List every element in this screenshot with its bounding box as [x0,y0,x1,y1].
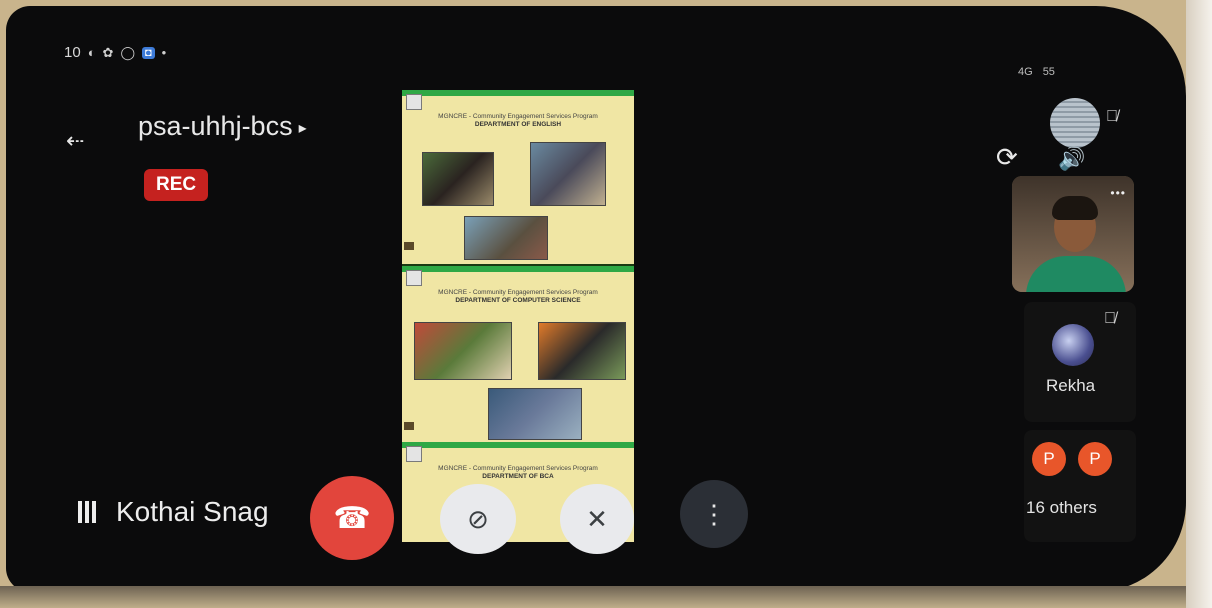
app-icon: ◘ [142,46,155,59]
presenter-label: Kothai Snag [78,496,269,528]
camera-off-icon: ⊘ [467,503,489,534]
screen-record-icon: ◐ [87,45,96,60]
slide-heading: MGNCRE - Community Engagement Services P… [438,289,598,296]
meeting-code-button[interactable]: psa-uhhj-bcs ▸ [138,111,307,142]
end-call-button[interactable]: ☎ [310,476,394,560]
battery-indicator: 55 [1042,66,1055,78]
mic-off-icon: ✕ [586,503,608,534]
avatar: P [1032,442,1066,476]
phone-bezel [1186,0,1212,608]
chevron-right-icon: ▸ [298,119,307,137]
settings-icon: ✿ [102,44,114,60]
slide-department: DEPARTMENT OF COMPUTER SCIENCE [455,297,581,305]
slide-department: DEPARTMENT OF BCA [482,473,554,481]
slide-photo [422,152,494,206]
mic-muted-icon: 🎙̸ [1106,108,1118,125]
speaker-icon[interactable]: 🔊 [1058,146,1085,172]
phone-hangup-icon: ☎ [333,501,371,535]
slide-footer-icon [404,242,414,250]
slide-english: MGNCRE - Community Engagement Services P… [402,90,634,264]
back-arrow-icon[interactable]: ⇠ [66,128,84,154]
slide-photo [488,388,582,440]
logo-icon [406,446,422,462]
whatsapp-icon: ◯ [120,44,136,60]
mic-toggle-button[interactable]: ✕ [560,484,634,554]
participant-avatar[interactable] [1050,98,1100,148]
avatar [1052,324,1094,366]
switch-camera-icon[interactable]: ⟳ [996,142,1018,173]
network-indicator: 4G [1018,66,1033,78]
avatar: P [1078,442,1112,476]
slide-photo [414,322,512,380]
status-bar: 10 ◐ ✿ ◯ ◘ • [64,44,166,61]
speaking-indicator-icon [78,501,96,523]
slide-photo [538,322,626,380]
system-indicators: 4G 55 [1018,66,1055,78]
meeting-code: psa-uhhj-bcs [138,111,293,141]
presenter-name: Kothai Snag [116,496,269,527]
audio-level-icon: ••• [1110,186,1126,200]
phone-screen: 10 ◐ ✿ ◯ ◘ • 4G 55 ⇠ psa-uhhj-bcs ▸ REC K… [6,6,1186,592]
shared-screen[interactable]: MGNCRE - Community Engagement Services P… [402,90,634,542]
slide-heading: MGNCRE - Community Engagement Services P… [438,113,598,120]
slide-photo [464,216,548,260]
more-options-button[interactable]: ⋮ [680,480,748,548]
camera-toggle-button[interactable]: ⊘ [440,484,516,554]
participant-name: Rekha [1046,376,1096,395]
slide-computer-science: MGNCRE - Community Engagement Services P… [402,266,634,444]
slide-department: DEPARTMENT OF ENGLISH [474,121,562,129]
logo-icon [406,94,422,110]
mic-muted-icon: 🎙̸ [1104,310,1116,327]
slide-heading: MGNCRE - Community Engagement Services P… [438,465,598,472]
slide-photo [530,142,606,206]
status-time: 10 [64,44,81,61]
recording-badge: REC [144,169,209,201]
slide-footer-icon [404,422,414,430]
phone-edge [0,586,1200,608]
others-count: 16 others [1026,498,1097,517]
more-vertical-icon: ⋮ [701,498,727,529]
logo-icon [406,270,422,286]
self-view-tile[interactable]: ••• [1012,176,1134,292]
dot-icon: • [161,45,167,60]
